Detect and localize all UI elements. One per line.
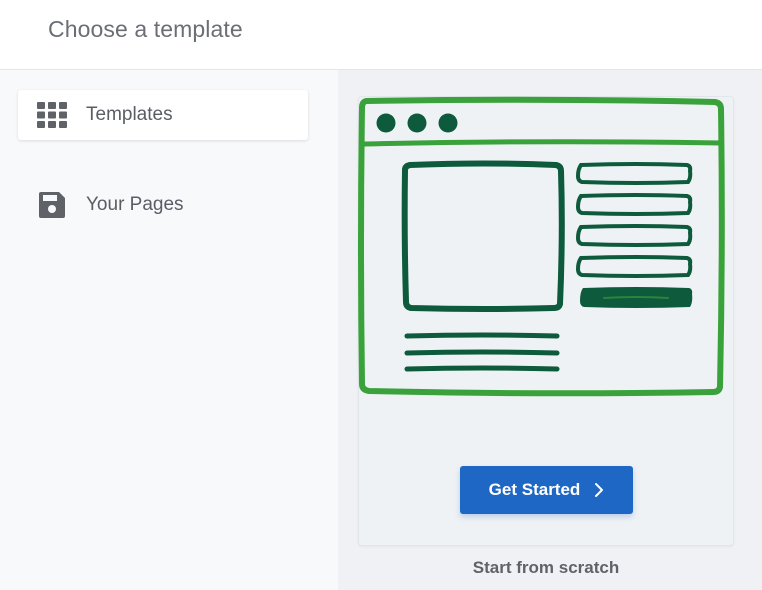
save-icon <box>37 190 67 220</box>
sidebar-item-label: Your Pages <box>86 194 184 215</box>
template-caption: Start from scratch <box>472 558 620 577</box>
sidebar-item-your-pages[interactable]: Your Pages <box>18 180 308 230</box>
sidebar-item-label: Templates <box>86 104 173 125</box>
template-gallery: Get Started Start from scratch <box>338 70 762 590</box>
page-title: Choose a template <box>48 16 243 42</box>
grid-icon <box>37 100 67 130</box>
get-started-button[interactable]: Get Started <box>460 466 633 514</box>
get-started-label: Get Started <box>488 480 581 499</box>
sidebar-item-templates[interactable]: Templates <box>18 90 308 140</box>
header: Choose a template <box>0 0 762 70</box>
chevron-right-icon <box>594 482 604 498</box>
blank-page-sketch-icon <box>358 96 725 397</box>
template-card-blank[interactable]: Get Started <box>358 96 734 546</box>
sidebar: Templates Your Pages <box>0 70 338 590</box>
